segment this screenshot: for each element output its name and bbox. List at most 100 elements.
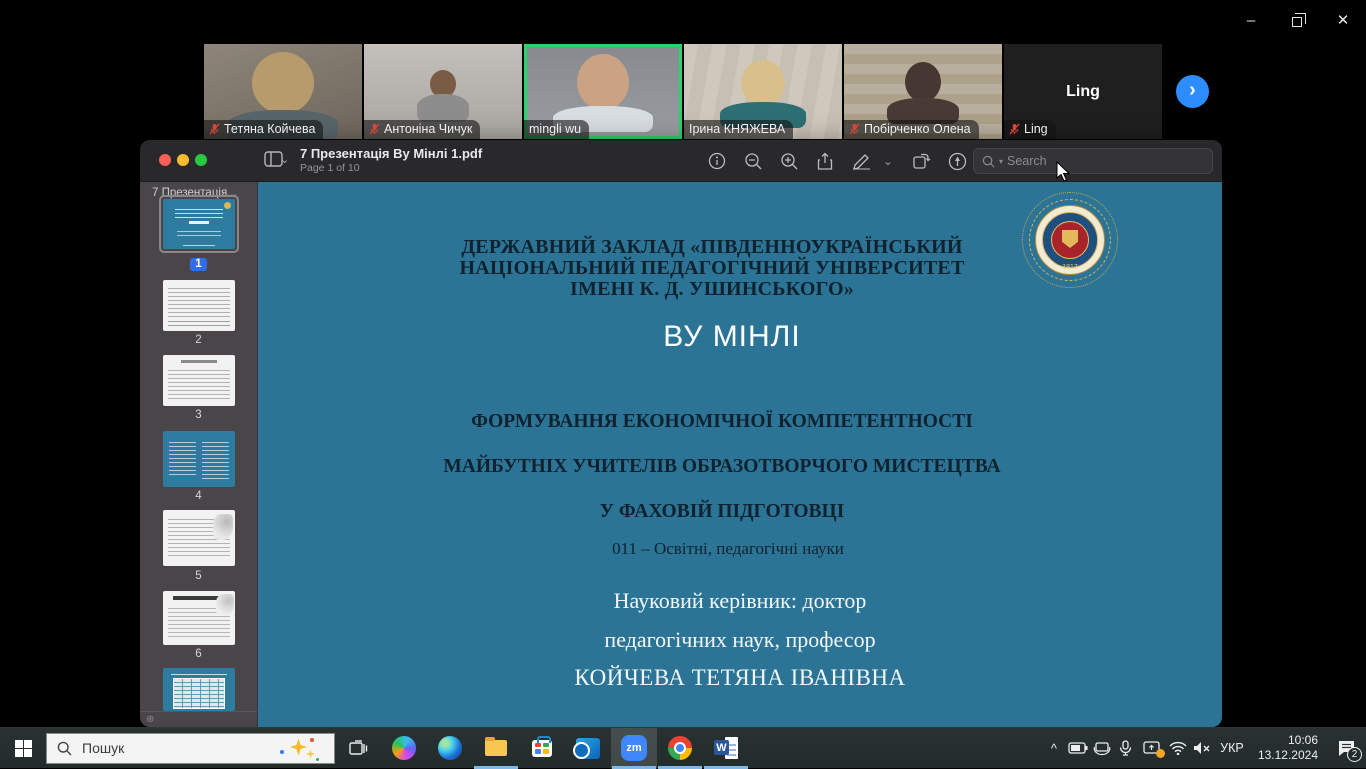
pencil-icon [851,152,872,170]
copilot-icon [392,736,416,760]
thumbnail-page-2[interactable] [163,280,235,331]
chevron-right-icon: › [1189,79,1196,102]
taskbar-search-input[interactable] [82,740,232,756]
close-traffic-light[interactable] [159,154,171,166]
specialty-line: 011 – Освітні, педагогічні науки [258,539,1210,559]
task-view-button[interactable] [335,728,381,769]
thumbnail-page-7[interactable] [163,668,235,711]
word-icon: W [714,737,738,759]
taskbar-search-box[interactable] [46,733,335,764]
participant-video [887,62,959,124]
notification-center-button[interactable]: 2 [1326,728,1366,769]
thesis-title-line: У ФАХОВІЙ ПІДГОТОВЦІ [258,501,1204,523]
participant-tile[interactable]: Побірченко Олена [844,44,1002,139]
copilot-button[interactable] [381,728,427,769]
file-explorer-button[interactable] [473,728,519,769]
restore-button[interactable] [1274,0,1320,40]
zoom-app-button-active[interactable]: zm [611,728,657,769]
info-button[interactable] [704,148,730,174]
sidebar-bottom-icon[interactable]: ⊕ [146,714,154,725]
thumbnail-number: 6 [140,648,257,660]
participant-name-label: Тетяна Койчева [204,120,323,139]
info-icon [708,152,726,170]
participant-tile-active-speaker[interactable]: mingli wu [524,44,682,139]
edge-icon [438,736,462,760]
next-participants-button[interactable]: › [1176,75,1209,108]
thumbnail-sidebar: 7 Презентація... 1 2 3 [140,182,258,727]
hidden-icons-button[interactable]: ^ [1042,728,1066,769]
thesis-title-line: МАЙБУТНІХ УЧИТЕЛІВ ОБРАЗОТВОРЧОГО МИСТЕЦ… [258,456,1204,478]
zoom-out-button[interactable] [740,148,766,174]
participant-video [417,70,469,122]
participant-tile[interactable]: Ірина КНЯЖЕВА [684,44,842,139]
thesis-title-line: ФОРМУВАННЯ ЕКОНОМІЧНОЇ КОМПЕТЕНТНОСТІ [258,411,1204,433]
rotate-button[interactable] [908,148,934,174]
wifi-button[interactable] [1166,728,1190,769]
sidebar-toggle-button[interactable]: ⌄ [264,151,289,167]
participant-tile-no-video[interactable]: Ling Ling [1004,44,1162,139]
share-button[interactable] [812,148,838,174]
mouse-cursor [1056,161,1072,183]
word-button[interactable]: W [703,728,749,769]
participant-tile[interactable]: Антоніна Чичук [364,44,522,139]
thumbnail-page-5[interactable] [163,510,235,566]
chevron-down-icon: ⌄ [883,155,892,168]
screen-share-button[interactable] [1138,728,1166,769]
chevron-down-icon: ⌄ [280,153,289,166]
outlook-button[interactable] [565,728,611,769]
pdf-page-slide-1[interactable]: 1817 ДЕРЖАВНИЙ ЗАКЛАД «ПІВДЕННОУКРАЇНСЬК… [258,182,1222,727]
time: 10:06 [1258,733,1318,748]
close-button[interactable]: ✕ [1320,0,1366,40]
microphone-button[interactable] [1114,728,1138,769]
muted-mic-icon [209,123,220,135]
thumbnail-page-1-selected[interactable] [159,195,239,253]
sidebar-bottom-bar: ⊕ [140,711,257,727]
minimize-icon: – [1247,12,1255,29]
wireless-display-button[interactable] [1090,728,1114,769]
zoom-in-button[interactable] [776,148,802,174]
language-indicator[interactable]: УКР [1214,741,1250,755]
institution-line: ДЕРЖАВНИЙ ЗАКЛАД «ПІВДЕННОУКРАЇНСЬКИЙ [258,237,1194,258]
volume-muted-button[interactable] [1190,728,1214,769]
minimize-button[interactable]: – [1228,0,1274,40]
microsoft-store-button[interactable] [519,728,565,769]
search-highlights-sparkle-icon [280,738,320,762]
running-indicator [658,766,702,769]
start-button[interactable] [0,728,46,769]
preview-search-field[interactable]: ▾ [973,148,1213,174]
markup-dropdown-button[interactable]: ⌄ [884,148,898,174]
chrome-button[interactable] [657,728,703,769]
clock[interactable]: 10:06 13.12.2024 [1250,733,1326,763]
muted-mic-icon [369,123,380,135]
notification-count-badge: 2 [1347,747,1362,762]
thumb-photo [213,514,233,540]
minimize-traffic-light[interactable] [177,154,189,166]
thumbnail-page-4[interactable] [163,431,235,487]
supervisor-name-line: КОЙЧЕВА ТЕТЯНА ІВАНІВНА [258,665,1222,691]
zoom-out-icon [744,152,763,171]
running-indicator [474,766,518,769]
edge-button[interactable] [427,728,473,769]
muted-mic-icon [1009,123,1020,135]
thumb-seal-icon [224,202,231,209]
highlight-button[interactable] [944,148,970,174]
thumbnail-number: 2 [140,334,257,346]
participant-name-label: Ling [1004,120,1056,139]
thumbnail-page-3[interactable] [163,355,235,406]
participant-video [720,60,806,128]
status-orange-dot [1156,749,1165,758]
participant-tile[interactable]: Тетяна Койчева [204,44,362,139]
zoom-traffic-light[interactable] [195,154,207,166]
search-input[interactable] [1007,154,1177,168]
thumbnail-number-selected: 1 [190,258,206,271]
battery-button[interactable] [1066,728,1090,769]
restore-icon [1292,17,1302,27]
search-chevron-icon: ▾ [999,157,1003,166]
chrome-icon [668,736,692,760]
markup-pen-button[interactable] [848,148,874,174]
thumbnail-page-6[interactable] [163,591,235,645]
system-tray: ^ УКР 10:06 13.12.2024 2 [1042,728,1366,769]
search-icon [982,155,995,168]
muted-mic-icon [849,123,860,135]
page-indicator: Page 1 of 10 [300,162,360,174]
